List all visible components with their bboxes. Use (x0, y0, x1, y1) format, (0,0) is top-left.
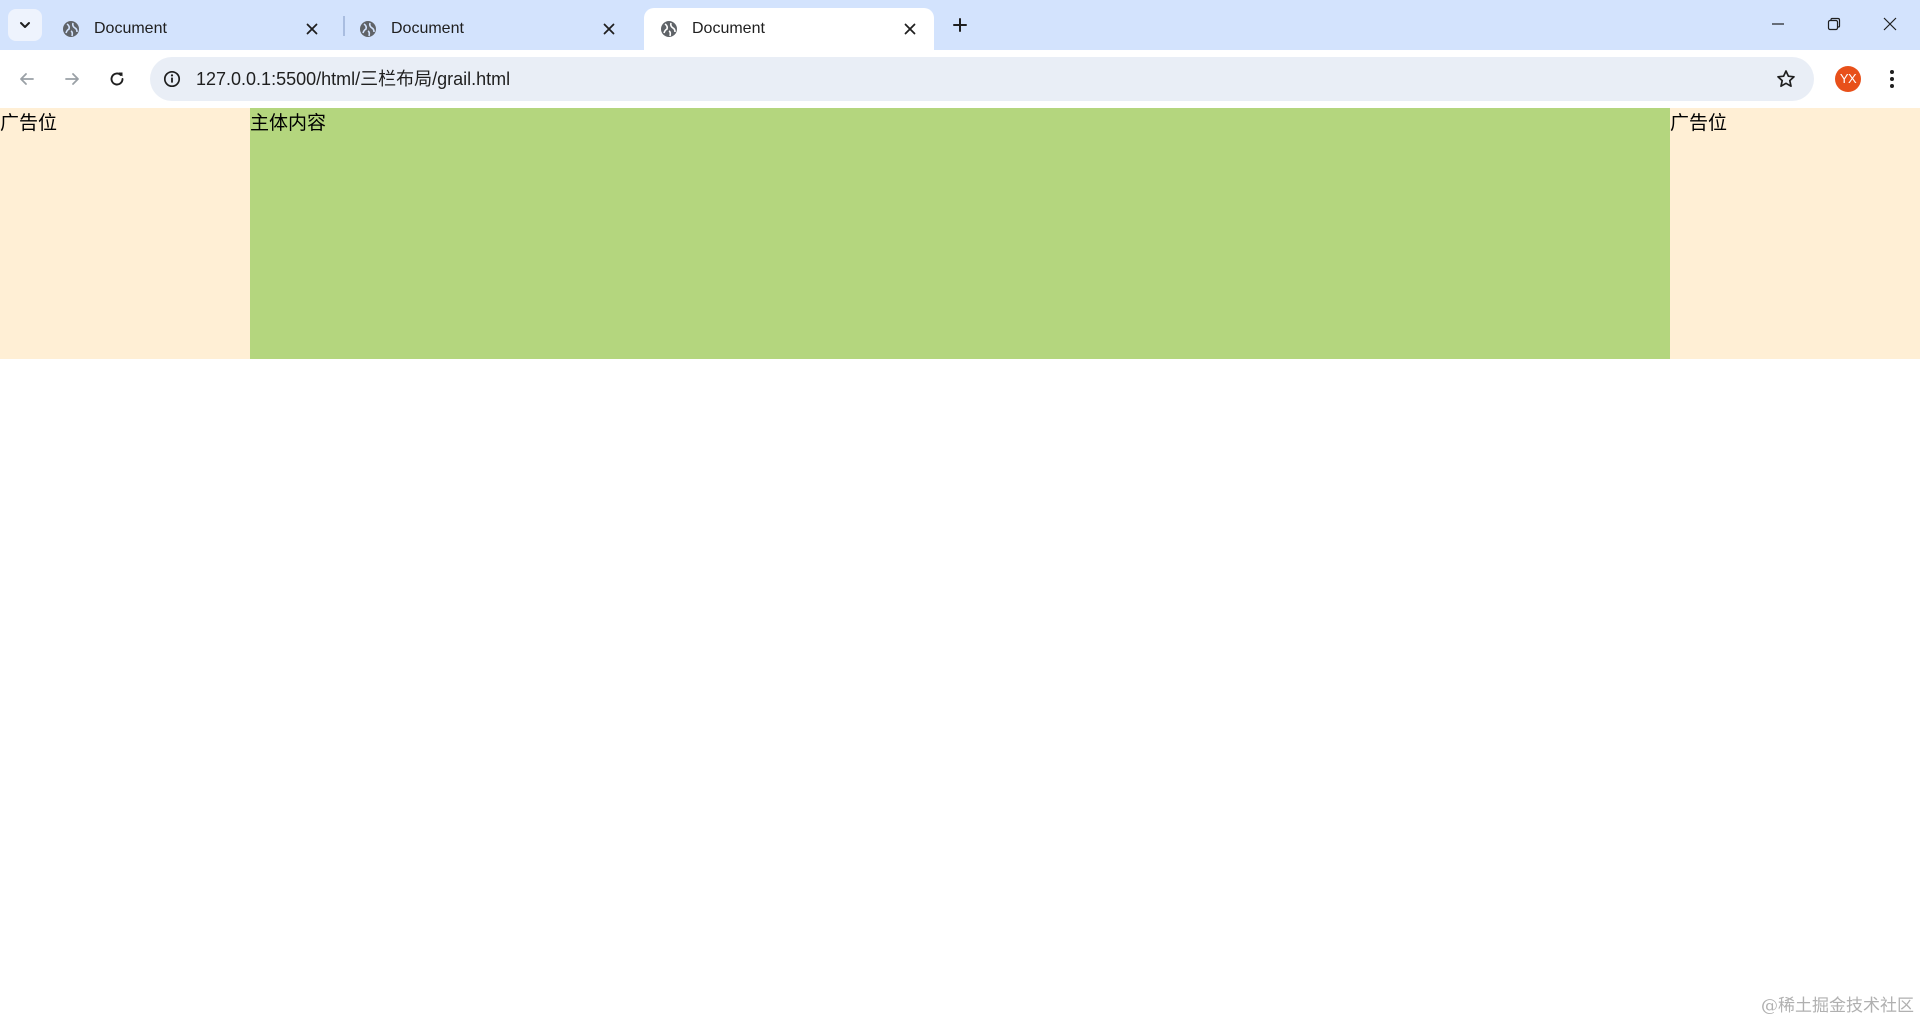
globe-icon (360, 21, 376, 37)
close-icon (904, 23, 916, 35)
profile-avatar[interactable]: YX (1835, 66, 1861, 92)
star-icon (1777, 70, 1795, 88)
arrow-left-icon (20, 73, 34, 85)
tab-strip: Document Document Document (0, 0, 1920, 50)
restore-icon (1827, 17, 1841, 31)
reload-button[interactable] (101, 63, 133, 95)
close-icon (306, 23, 318, 35)
tab-document-2[interactable]: Document (343, 8, 633, 50)
browser-window: Document Document Document 127.0.0.1:550… (0, 0, 1920, 1021)
left-ad-label: 广告位 (0, 112, 58, 134)
address-bar[interactable]: 127.0.0.1:5500/html/三栏布局/grail.html (150, 57, 1814, 101)
main-content-label: 主体内容 (250, 112, 327, 134)
globe-icon (661, 21, 677, 37)
tab-search-button[interactable] (8, 9, 42, 41)
holy-grail-layout: 广告位 主体内容 广告位 (0, 108, 1920, 359)
bookmark-button[interactable] (1772, 65, 1800, 93)
main-content-column: 主体内容 (250, 108, 1670, 359)
left-ad-column: 广告位 (0, 108, 250, 359)
back-button[interactable] (11, 63, 43, 95)
browser-menu-button[interactable] (1878, 63, 1906, 95)
new-tab-button[interactable] (946, 11, 974, 39)
url-text[interactable]: 127.0.0.1:5500/html/三栏布局/grail.html (196, 57, 510, 101)
close-icon (603, 23, 615, 35)
tab-title: Document (94, 20, 167, 37)
browser-toolbar: 127.0.0.1:5500/html/三栏布局/grail.html YX (0, 50, 1920, 108)
tab-title: Document (692, 20, 765, 37)
close-window-button[interactable] (1862, 0, 1918, 48)
tab-document-3-active[interactable]: Document (644, 8, 934, 50)
right-ad-label: 广告位 (1670, 112, 1728, 134)
tab-close-button[interactable] (597, 17, 621, 41)
tab-document-1[interactable]: Document (46, 8, 336, 50)
page-viewport: 广告位 主体内容 广告位 @稀土掘金技术社区 (0, 108, 1920, 1021)
globe-icon (63, 21, 79, 37)
restore-button[interactable] (1806, 0, 1862, 48)
watermark: @稀土掘金技术社区 (1761, 996, 1914, 1016)
minimize-button[interactable] (1750, 0, 1806, 48)
right-ad-column: 广告位 (1670, 108, 1920, 359)
plus-icon (953, 18, 967, 32)
arrow-right-icon (65, 73, 79, 85)
site-info-button[interactable] (158, 65, 186, 93)
tab-close-button[interactable] (898, 17, 922, 41)
more-vertical-icon (1890, 70, 1894, 88)
chevron-down-icon (20, 22, 30, 28)
close-icon (1883, 17, 1897, 31)
info-icon (163, 70, 181, 88)
tab-title: Document (391, 20, 464, 37)
tab-close-button[interactable] (300, 17, 324, 41)
minimize-icon (1772, 23, 1784, 25)
reload-icon (110, 72, 124, 86)
forward-button[interactable] (56, 63, 88, 95)
